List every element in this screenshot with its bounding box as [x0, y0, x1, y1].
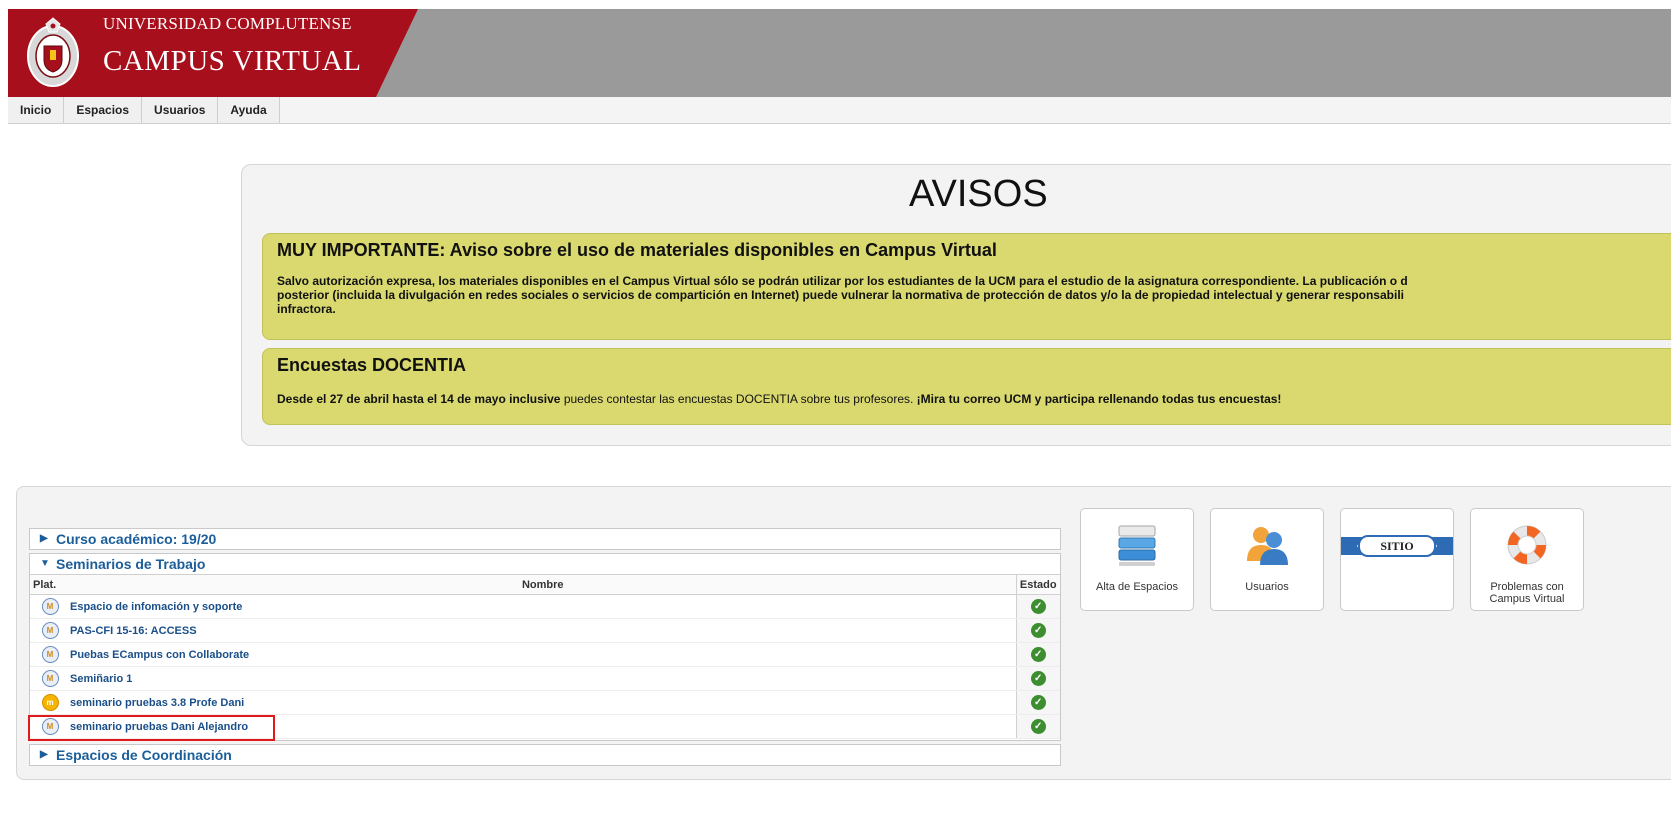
check-circle-icon: ✓: [1030, 671, 1046, 686]
notice-text: puedes contestar las encuestas DOCENTIA …: [560, 392, 917, 406]
platform-icon: M: [41, 718, 59, 735]
platform-icon: M: [41, 622, 59, 639]
triangle-down-icon: ▼: [40, 558, 50, 569]
section-seminarios: ▼ Seminarios de Trabajo Plat. Nombre Est…: [29, 553, 1061, 741]
check-circle-icon: ✓: [1030, 623, 1046, 638]
section-curso-academico: ▶ Curso académico: 19/20: [29, 528, 1061, 550]
notice-call-to-action: ¡Mira tu correo UCM y participa rellenan…: [916, 392, 1282, 406]
tile-alta-espacios[interactable]: Alta de Espacios: [1080, 508, 1194, 611]
notice-body: Desde el 27 de abril hasta el 14 de mayo…: [277, 392, 1671, 406]
notice-dates: Desde el 27 de abril hasta el 14 de mayo…: [277, 392, 561, 406]
table-row: M Semiñario 1 ✓: [30, 666, 1060, 691]
space-link[interactable]: Puebas ECampus con Collaborate: [70, 649, 249, 661]
main-menu: Inicio Espacios Usuarios Ayuda: [8, 97, 1671, 124]
check-circle-icon: ✓: [1030, 647, 1046, 662]
check-circle-icon: ✓: [1030, 719, 1046, 734]
notice-heading: Encuestas DOCENTIA: [277, 355, 467, 375]
notice-materials: MUY IMPORTANTE: Aviso sobre el uso de ma…: [262, 233, 1671, 340]
triangle-right-icon: ▶: [40, 749, 48, 760]
sitio-banner-icon: SITIO: [1341, 535, 1453, 557]
platform-icon: M: [41, 646, 59, 663]
check-circle-icon: ✓: [1030, 599, 1046, 614]
section-label: Seminarios de Trabajo: [56, 556, 206, 572]
notices-title: AVISOS: [909, 173, 1048, 215]
section-label: Espacios de Coordinación: [56, 747, 232, 763]
notice-docentia: Encuestas DOCENTIA Desde el 27 de abril …: [262, 348, 1671, 425]
column-header-plat: Plat.: [30, 574, 70, 595]
table-row: M Espacio de infomación y soporte ✓: [30, 594, 1060, 619]
space-link[interactable]: PAS-CFI 15-16: ACCESS: [70, 625, 197, 637]
section-header[interactable]: ▼ Seminarios de Trabajo: [30, 554, 1060, 574]
space-link[interactable]: Semiñario 1: [70, 673, 132, 685]
table-row: m seminario pruebas 3.8 Profe Dani ✓: [30, 690, 1060, 715]
section-espacios-coordinacion: ▶ Espacios de Coordinación: [29, 744, 1061, 766]
lifebuoy-icon: [1507, 525, 1547, 565]
brand-banner: UNIVERSIDAD COMPLUTENSE CAMPUS VIRTUAL: [8, 9, 418, 97]
table-row: M PAS-CFI 15-16: ACCESS ✓: [30, 618, 1060, 643]
menu-item-ayuda[interactable]: Ayuda: [218, 97, 280, 123]
platform-icon: M: [41, 598, 59, 615]
column-header-nombre: Nombre: [70, 574, 1016, 595]
spaces-panel: ▶ Curso académico: 19/20 ▼ Seminarios de…: [16, 486, 1671, 780]
space-link[interactable]: seminario pruebas 3.8 Profe Dani: [70, 697, 244, 709]
users-icon: [1247, 527, 1288, 565]
notice-body: Salvo autorización expresa, los material…: [277, 274, 1671, 316]
table-row: M Puebas ECampus con Collaborate ✓: [30, 642, 1060, 667]
section-header[interactable]: ▶ Espacios de Coordinación: [30, 745, 1060, 765]
space-link[interactable]: Espacio de infomación y soporte: [70, 601, 242, 613]
space-link[interactable]: seminario pruebas Dani Alejandro: [70, 721, 248, 733]
table-row: M seminario pruebas Dani Alejandro ✓: [30, 714, 1060, 739]
menu-item-usuarios[interactable]: Usuarios: [142, 97, 219, 123]
university-name: UNIVERSIDAD COMPLUTENSE: [103, 14, 352, 33]
platform-icon: m: [41, 694, 59, 711]
tile-label-line: Problemas con: [1490, 581, 1564, 593]
platform-icon: M: [41, 670, 59, 687]
section-header[interactable]: ▶ Curso académico: 19/20: [30, 529, 1060, 549]
check-circle-icon: ✓: [1030, 695, 1046, 710]
column-header-estado: Estado: [1015, 574, 1060, 595]
tile-label: Alta de Espacios: [1096, 581, 1178, 593]
campus-virtual-page: UNIVERSIDAD COMPLUTENSE CAMPUS VIRTUAL I…: [0, 0, 1671, 834]
notices-panel: AVISOS MUY IMPORTANTE: Aviso sobre el us…: [241, 164, 1671, 446]
tile-label: Usuarios: [1245, 581, 1289, 593]
triangle-right-icon: ▶: [40, 533, 48, 544]
menu-item-espacios[interactable]: Espacios: [64, 97, 143, 123]
menu-item-inicio[interactable]: Inicio: [8, 97, 65, 123]
notice-body-line: Salvo autorización expresa, los material…: [277, 274, 1408, 288]
section-label: Curso académico: 19/20: [56, 531, 217, 547]
tile-label: Problemas con Campus Virtual: [1471, 581, 1583, 605]
tile-usuarios[interactable]: Usuarios: [1210, 508, 1324, 611]
notice-body-line: posterior (incluida la divulgación en re…: [277, 288, 1404, 302]
tile-label-line: Campus Virtual: [1489, 593, 1565, 605]
spaces-table: Plat. Nombre Estado M Espacio de infomac…: [30, 574, 1060, 739]
notice-heading: MUY IMPORTANTE: Aviso sobre el uso de ma…: [277, 240, 997, 260]
tile-problemas[interactable]: Problemas con Campus Virtual: [1470, 508, 1584, 611]
site-header: UNIVERSIDAD COMPLUTENSE CAMPUS VIRTUAL: [8, 9, 1671, 97]
notice-body-line: infractora.: [277, 302, 336, 316]
sitio-banner-text: SITIO: [1380, 539, 1413, 553]
server-stack-icon: [1118, 525, 1156, 566]
campus-virtual-title: CAMPUS VIRTUAL: [103, 45, 362, 77]
tile-sitio[interactable]: SITIO: [1340, 508, 1454, 611]
ucm-seal-icon: [27, 17, 79, 87]
